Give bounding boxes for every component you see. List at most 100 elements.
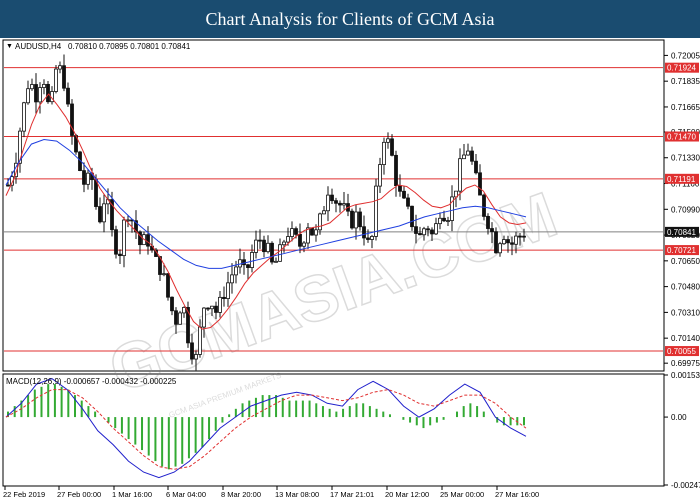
candle-body: [350, 210, 354, 229]
candle-body: [210, 305, 214, 310]
candle-body: [166, 273, 170, 298]
candle-body: [54, 68, 58, 92]
candle-body: [34, 84, 38, 103]
candle-body: [226, 282, 230, 299]
candle-body: [394, 154, 398, 187]
candle-body: [246, 264, 250, 268]
candle-body: [62, 65, 66, 89]
price-tick-label: 0.70650: [671, 257, 700, 266]
candle-body: [230, 274, 234, 284]
candle-body: [198, 326, 202, 355]
candle-body: [402, 190, 406, 199]
macd-tick-label: 0.00153: [671, 371, 700, 380]
x-tick-label: 20 Mar 12:00: [385, 490, 429, 499]
candle-body: [474, 160, 478, 174]
candle-body: [290, 228, 294, 237]
price-tick-label: 0.70140: [671, 334, 700, 343]
candle-body: [282, 241, 286, 246]
candle-body: [218, 296, 222, 313]
candle-body: [278, 244, 282, 262]
candle-body: [362, 226, 366, 239]
candle-body: [274, 260, 278, 263]
candle-body: [146, 234, 150, 247]
candle-body: [358, 211, 362, 228]
candle-body: [182, 307, 186, 314]
macd-panel-frame: [2, 373, 665, 487]
candle-body: [426, 228, 430, 231]
candle-body: [286, 236, 290, 243]
x-tick-label: 6 Mar 04:00: [166, 490, 206, 499]
candle-body: [58, 65, 62, 70]
x-tick-label: 8 Mar 20:00: [221, 490, 261, 499]
candle-body: [310, 227, 314, 236]
x-tick-label: 25 Mar 00:00: [440, 490, 484, 499]
price-tick-label: 0.70990: [671, 205, 700, 214]
candle-body: [6, 184, 10, 187]
candle-body: [254, 239, 258, 253]
candle-body: [506, 239, 510, 244]
candle-body: [418, 233, 422, 236]
candle-body: [202, 307, 206, 328]
candle-body: [378, 164, 382, 187]
candle-body: [502, 239, 506, 245]
candle-body: [518, 235, 522, 238]
candle-body: [478, 172, 482, 196]
candle-body: [234, 266, 238, 276]
level-label: 0.71924: [667, 64, 696, 73]
candle-body: [118, 253, 122, 257]
candle-body: [170, 296, 174, 312]
candle-body: [250, 252, 254, 268]
candle-body: [414, 226, 418, 234]
ohlc-header: 0.70810 0.70895 0.70801 0.70841: [68, 42, 191, 51]
candle-body: [222, 296, 226, 299]
candle-body: [30, 84, 34, 90]
candle-body: [178, 312, 182, 325]
candle-body: [162, 273, 166, 276]
candle-body: [270, 242, 274, 263]
candle-body: [122, 219, 126, 257]
candle-body: [430, 229, 434, 235]
candle-body: [334, 200, 338, 204]
level-label: 0.71191: [667, 175, 696, 184]
candle-body: [494, 231, 498, 254]
price-tick-label: 0.69975: [671, 359, 700, 368]
candle-body: [498, 243, 502, 254]
candle-body: [366, 237, 370, 240]
candle-body: [342, 203, 346, 206]
x-tick-label: 1 Mar 16:00: [112, 490, 152, 499]
candle-body: [94, 179, 98, 207]
x-tick-label: 13 Mar 08:00: [275, 490, 319, 499]
candle-body: [66, 87, 70, 105]
candle-body: [262, 239, 266, 253]
candle-body: [206, 307, 210, 310]
candle-body: [114, 229, 118, 255]
candle-body: [382, 141, 386, 165]
macd-tick-label: 0.00: [671, 413, 687, 422]
candle-body: [462, 154, 466, 160]
candle-body: [298, 233, 302, 247]
candle-body: [102, 203, 106, 223]
candle-body: [490, 228, 494, 233]
macd-label: MACD(12,26,9) -0.000657 -0.000432 -0.000…: [6, 377, 177, 386]
candle-body: [514, 235, 518, 245]
candle-body: [374, 185, 378, 237]
dropdown-arrow-icon[interactable]: ▼: [6, 43, 13, 50]
candle-body: [318, 213, 322, 231]
candle-body: [338, 202, 342, 206]
candle-body: [82, 170, 86, 185]
candle-body: [174, 310, 178, 325]
x-tick-label: 22 Feb 2019: [3, 490, 45, 499]
candle-body: [26, 88, 30, 104]
candle-body: [370, 236, 374, 240]
price-tick-label: 0.70480: [671, 283, 700, 292]
candle-body: [438, 217, 442, 225]
candle-body: [482, 194, 486, 217]
level-label: 0.70055: [667, 347, 696, 356]
price-tick-label: 0.72005: [671, 51, 700, 60]
x-tick-label: 17 Mar 21:01: [330, 490, 374, 499]
candle-body: [322, 210, 326, 215]
candle-body: [354, 211, 358, 229]
candle-body: [410, 205, 414, 228]
macd-tick-label: -0.00247: [671, 481, 700, 490]
candle-body: [326, 194, 330, 212]
